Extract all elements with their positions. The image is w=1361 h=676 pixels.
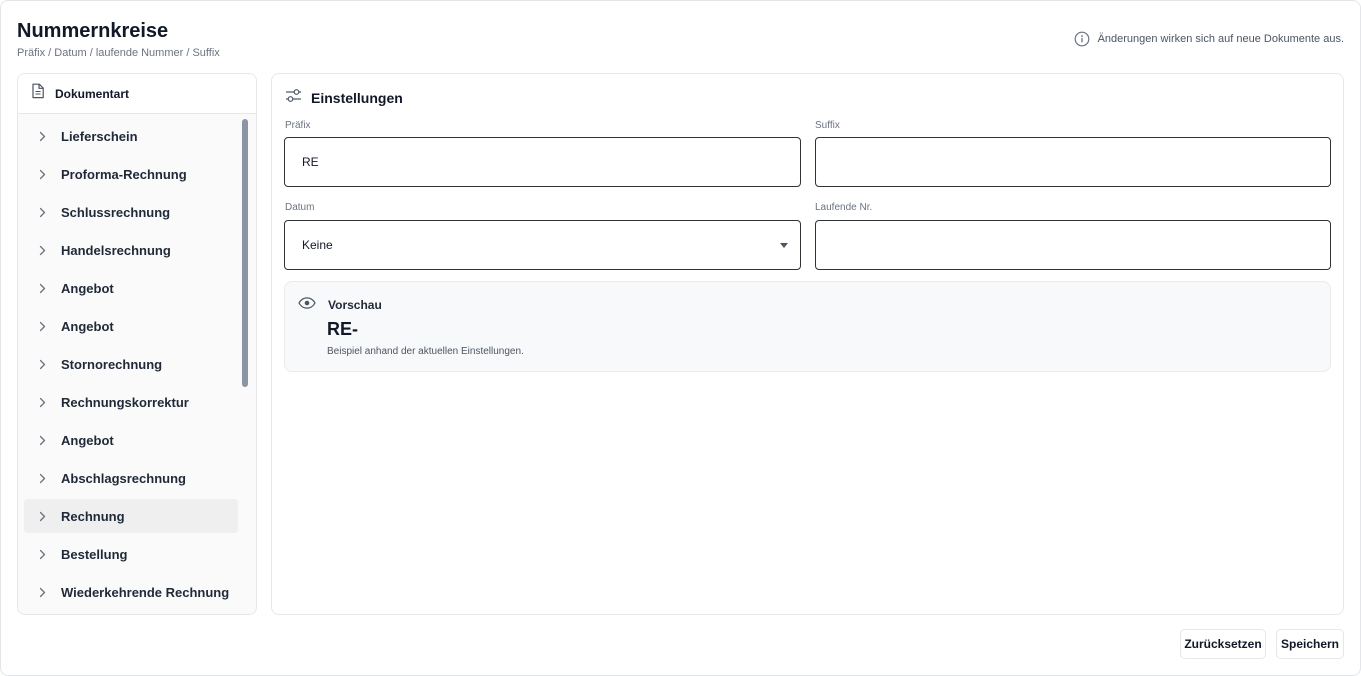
document-type-item[interactable]: Wiederkehrende Rechnung [24, 575, 238, 609]
document-type-item[interactable]: Stornorechnung [24, 347, 238, 381]
chevron-right-icon [37, 245, 47, 256]
info-note: Änderungen wirken sich auf neue Dokument… [1074, 31, 1344, 47]
chevron-right-icon [37, 359, 47, 370]
document-type-label: Stornorechnung [61, 356, 163, 372]
document-type-label: Angebot [61, 432, 114, 448]
document-type-label: Schlussrechnung [61, 204, 171, 220]
document-type-label: Abschlagsrechnung [61, 470, 186, 486]
document-type-header: Dokumentart [18, 74, 256, 114]
preview-card: Vorschau RE- Beispiel anhand der aktuell… [284, 281, 1331, 372]
chevron-right-icon [37, 473, 47, 484]
caret-down-icon [780, 243, 788, 248]
prefix-field[interactable] [284, 137, 801, 187]
document-type-label: Handelsrechnung [61, 242, 171, 258]
document-icon [31, 83, 45, 104]
chevron-right-icon [37, 587, 47, 598]
document-type-label: Proforma-Rechnung [61, 166, 187, 182]
document-type-label: Bestellung [61, 546, 128, 562]
prefix-label: Präfix [285, 120, 311, 131]
chevron-right-icon [37, 169, 47, 180]
preview-title: Vorschau [328, 298, 382, 312]
document-type-item[interactable]: Angebot [24, 271, 238, 305]
document-type-item[interactable]: Abschlagsrechnung [24, 461, 238, 495]
document-type-list: Lieferschein Proforma-Rechnung Schlussrech… [18, 114, 256, 609]
document-type-item[interactable]: Schlussrechnung [24, 195, 238, 229]
settings-title: Einstellungen [311, 90, 403, 106]
chevron-right-icon [37, 549, 47, 560]
chevron-right-icon [37, 283, 47, 294]
date-select[interactable]: Keine [284, 220, 801, 270]
document-type-label: Angebot [61, 280, 114, 296]
chevron-right-icon [37, 511, 47, 522]
preview-value: RE- [327, 319, 358, 339]
settings-header: Einstellungen [285, 88, 403, 108]
document-type-item[interactable]: Rechnungskorrektur [24, 385, 238, 419]
list-scrollbar[interactable] [242, 119, 248, 387]
chevron-right-icon [37, 435, 47, 446]
prefix-input[interactable] [302, 155, 800, 169]
document-type-item[interactable]: Handelsrechnung [24, 233, 238, 267]
document-type-label: Rechnungskorrektur [61, 394, 189, 410]
date-label: Datum [285, 202, 315, 213]
document-type-panel: Dokumentart Lieferschein Proforma-Rechnun… [17, 73, 257, 615]
chevron-right-icon [37, 397, 47, 408]
suffix-label: Suffix [815, 120, 840, 131]
sliders-icon [285, 88, 302, 108]
page-title: Nummernkreise [17, 20, 169, 42]
info-text: Änderungen wirken sich auf neue Dokument… [1097, 33, 1344, 45]
chevron-right-icon [37, 131, 47, 142]
suffix-input[interactable] [833, 155, 1330, 169]
date-select-value: Keine [302, 238, 333, 252]
reset-button[interactable]: Zurücksetzen [1180, 629, 1266, 659]
document-type-item[interactable]: Proforma-Rechnung [24, 157, 238, 191]
document-type-item[interactable]: Angebot [24, 423, 238, 457]
document-type-label: Rechnung [61, 508, 125, 524]
eye-icon [298, 296, 316, 314]
settings-panel: Einstellungen Präfix Suffix Datum Keine … [271, 73, 1344, 615]
document-type-label: Lieferschein [61, 128, 138, 144]
info-icon [1074, 31, 1090, 47]
preview-hint: Beispiel anhand der aktuellen Einstellun… [327, 346, 524, 357]
chevron-right-icon [37, 321, 47, 332]
document-type-title: Dokumentart [55, 86, 130, 101]
document-type-label: Angebot [61, 318, 114, 334]
suffix-field[interactable] [815, 137, 1331, 187]
preview-header: Vorschau [298, 296, 382, 314]
document-type-item[interactable]: Rechnung [24, 499, 238, 533]
running-number-label: Laufende Nr. [815, 202, 873, 213]
page-subtitle: Präfix / Datum / laufende Nummer / Suffi… [17, 47, 220, 59]
running-number-input[interactable] [833, 238, 1330, 252]
document-type-item[interactable]: Angebot [24, 309, 238, 343]
document-type-label: Wiederkehrende Rechnung [61, 584, 230, 600]
running-number-field[interactable] [815, 220, 1331, 270]
document-type-item[interactable]: Bestellung [24, 537, 238, 571]
chevron-right-icon [37, 207, 47, 218]
document-type-item[interactable]: Lieferschein [24, 119, 238, 153]
save-button[interactable]: Speichern [1276, 629, 1344, 659]
